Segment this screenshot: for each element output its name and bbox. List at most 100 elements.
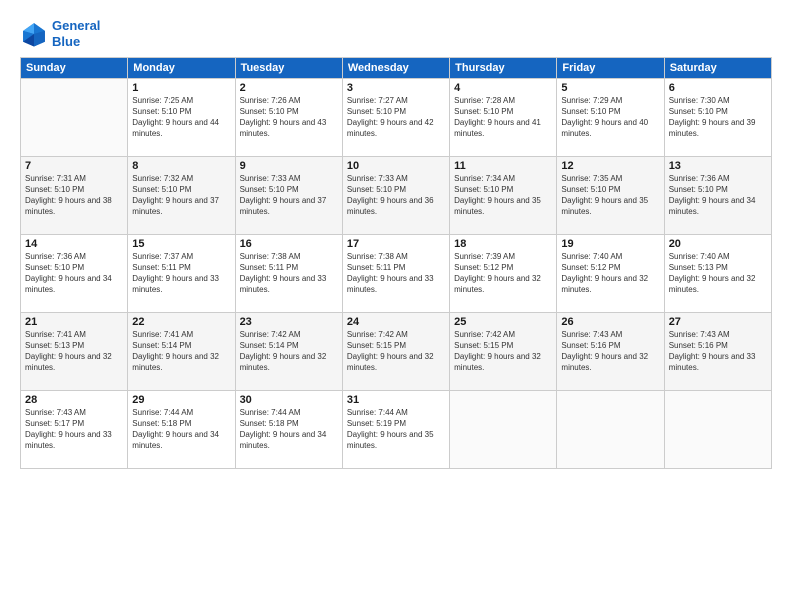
header-friday: Friday (557, 58, 664, 79)
calendar-cell: 23 Sunrise: 7:42 AMSunset: 5:14 PMDayligh… (235, 313, 342, 391)
cell-content: Sunrise: 7:42 AMSunset: 5:15 PMDaylight:… (347, 330, 445, 373)
week-row-3: 14 Sunrise: 7:36 AMSunset: 5:10 PMDayligh… (21, 235, 772, 313)
day-number: 14 (25, 238, 123, 250)
cell-content: Sunrise: 7:38 AMSunset: 5:11 PMDaylight:… (240, 252, 338, 295)
cell-content: Sunrise: 7:43 AMSunset: 5:16 PMDaylight:… (669, 330, 767, 373)
day-number: 18 (454, 238, 552, 250)
calendar-cell: 28 Sunrise: 7:43 AMSunset: 5:17 PMDayligh… (21, 391, 128, 469)
day-number: 27 (669, 316, 767, 328)
calendar-cell: 3 Sunrise: 7:27 AMSunset: 5:10 PMDaylight… (342, 79, 449, 157)
day-number: 10 (347, 160, 445, 172)
calendar-cell: 14 Sunrise: 7:36 AMSunset: 5:10 PMDayligh… (21, 235, 128, 313)
day-number: 15 (132, 238, 230, 250)
day-number: 8 (132, 160, 230, 172)
cell-content: Sunrise: 7:27 AMSunset: 5:10 PMDaylight:… (347, 96, 445, 139)
day-number: 11 (454, 160, 552, 172)
cell-content: Sunrise: 7:43 AMSunset: 5:17 PMDaylight:… (25, 408, 123, 451)
cell-content: Sunrise: 7:41 AMSunset: 5:14 PMDaylight:… (132, 330, 230, 373)
cell-content: Sunrise: 7:42 AMSunset: 5:14 PMDaylight:… (240, 330, 338, 373)
cell-content: Sunrise: 7:30 AMSunset: 5:10 PMDaylight:… (669, 96, 767, 139)
calendar-cell (450, 391, 557, 469)
header: General Blue (20, 18, 772, 49)
logo-text: General Blue (52, 18, 100, 49)
calendar-cell: 20 Sunrise: 7:40 AMSunset: 5:13 PMDayligh… (664, 235, 771, 313)
day-number: 20 (669, 238, 767, 250)
cell-content: Sunrise: 7:32 AMSunset: 5:10 PMDaylight:… (132, 174, 230, 217)
logo-icon (20, 20, 48, 48)
cell-content: Sunrise: 7:34 AMSunset: 5:10 PMDaylight:… (454, 174, 552, 217)
calendar-page: General Blue SundayMondayTuesdayWednesda… (0, 0, 792, 612)
header-monday: Monday (128, 58, 235, 79)
calendar-cell: 26Sunrise: 7:43 AMSunset: 5:16 PMDayligh… (557, 313, 664, 391)
cell-content: Sunrise: 7:35 AMSunset: 5:10 PMDaylight:… (561, 174, 659, 217)
cell-content: Sunrise: 7:36 AMSunset: 5:10 PMDaylight:… (25, 252, 123, 295)
calendar-cell: 25Sunrise: 7:42 AMSunset: 5:15 PMDayligh… (450, 313, 557, 391)
day-number: 13 (669, 160, 767, 172)
header-sunday: Sunday (21, 58, 128, 79)
calendar-cell: 6 Sunrise: 7:30 AMSunset: 5:10 PMDaylight… (664, 79, 771, 157)
day-number: 9 (240, 160, 338, 172)
calendar-cell: 22 Sunrise: 7:41 AMSunset: 5:14 PMDayligh… (128, 313, 235, 391)
calendar-cell: 9 Sunrise: 7:33 AMSunset: 5:10 PMDaylight… (235, 157, 342, 235)
calendar-cell: 11 Sunrise: 7:34 AMSunset: 5:10 PMDayligh… (450, 157, 557, 235)
day-number: 2 (240, 82, 338, 94)
calendar-cell: 13 Sunrise: 7:36 AMSunset: 5:10 PMDayligh… (664, 157, 771, 235)
cell-content: Sunrise: 7:44 AMSunset: 5:18 PMDaylight:… (240, 408, 338, 451)
week-row-2: 7Sunrise: 7:31 AMSunset: 5:10 PMDaylight… (21, 157, 772, 235)
calendar-cell: 7Sunrise: 7:31 AMSunset: 5:10 PMDaylight… (21, 157, 128, 235)
header-thursday: Thursday (450, 58, 557, 79)
day-number: 19 (561, 238, 659, 250)
cell-content: Sunrise: 7:33 AMSunset: 5:10 PMDaylight:… (240, 174, 338, 217)
day-number: 31 (347, 394, 445, 406)
cell-content: Sunrise: 7:36 AMSunset: 5:10 PMDaylight:… (669, 174, 767, 217)
day-number: 25 (454, 316, 552, 328)
cell-content: Sunrise: 7:40 AMSunset: 5:13 PMDaylight:… (669, 252, 767, 295)
day-number: 17 (347, 238, 445, 250)
day-number: 3 (347, 82, 445, 94)
calendar-cell: 29 Sunrise: 7:44 AMSunset: 5:18 PMDayligh… (128, 391, 235, 469)
cell-content: Sunrise: 7:37 AMSunset: 5:11 PMDaylight:… (132, 252, 230, 295)
day-number: 29 (132, 394, 230, 406)
cell-content: Sunrise: 7:26 AMSunset: 5:10 PMDaylight:… (240, 96, 338, 139)
header-row: SundayMondayTuesdayWednesdayThursdayFrid… (21, 58, 772, 79)
day-number: 6 (669, 82, 767, 94)
cell-content: Sunrise: 7:44 AMSunset: 5:19 PMDaylight:… (347, 408, 445, 451)
week-row-4: 21Sunrise: 7:41 AMSunset: 5:13 PMDayligh… (21, 313, 772, 391)
logo: General Blue (20, 18, 100, 49)
calendar-cell: 15 Sunrise: 7:37 AMSunset: 5:11 PMDayligh… (128, 235, 235, 313)
calendar-cell: 10 Sunrise: 7:33 AMSunset: 5:10 PMDayligh… (342, 157, 449, 235)
header-saturday: Saturday (664, 58, 771, 79)
day-number: 12 (561, 160, 659, 172)
cell-content: Sunrise: 7:39 AMSunset: 5:12 PMDaylight:… (454, 252, 552, 295)
cell-content: Sunrise: 7:25 AMSunset: 5:10 PMDaylight:… (132, 96, 230, 139)
calendar-cell: 8 Sunrise: 7:32 AMSunset: 5:10 PMDaylight… (128, 157, 235, 235)
header-tuesday: Tuesday (235, 58, 342, 79)
calendar-cell: 1 Sunrise: 7:25 AMSunset: 5:10 PMDaylight… (128, 79, 235, 157)
calendar-cell (664, 391, 771, 469)
day-number: 30 (240, 394, 338, 406)
day-number: 28 (25, 394, 123, 406)
calendar-cell: 18 Sunrise: 7:39 AMSunset: 5:12 PMDayligh… (450, 235, 557, 313)
calendar-cell: 30 Sunrise: 7:44 AMSunset: 5:18 PMDayligh… (235, 391, 342, 469)
cell-content: Sunrise: 7:33 AMSunset: 5:10 PMDaylight:… (347, 174, 445, 217)
calendar-cell: 31 Sunrise: 7:44 AMSunset: 5:19 PMDayligh… (342, 391, 449, 469)
day-number: 1 (132, 82, 230, 94)
week-row-5: 28 Sunrise: 7:43 AMSunset: 5:17 PMDayligh… (21, 391, 772, 469)
day-number: 23 (240, 316, 338, 328)
calendar-cell: 27 Sunrise: 7:43 AMSunset: 5:16 PMDayligh… (664, 313, 771, 391)
calendar-cell: 21Sunrise: 7:41 AMSunset: 5:13 PMDayligh… (21, 313, 128, 391)
day-number: 24 (347, 316, 445, 328)
calendar-cell (557, 391, 664, 469)
calendar-cell: 16Sunrise: 7:38 AMSunset: 5:11 PMDayligh… (235, 235, 342, 313)
calendar-cell: 4Sunrise: 7:28 AMSunset: 5:10 PMDaylight… (450, 79, 557, 157)
cell-content: Sunrise: 7:44 AMSunset: 5:18 PMDaylight:… (132, 408, 230, 451)
week-row-1: 1 Sunrise: 7:25 AMSunset: 5:10 PMDaylight… (21, 79, 772, 157)
calendar-cell: 19Sunrise: 7:40 AMSunset: 5:12 PMDayligh… (557, 235, 664, 313)
calendar-cell: 5Sunrise: 7:29 AMSunset: 5:10 PMDaylight… (557, 79, 664, 157)
day-number: 22 (132, 316, 230, 328)
day-number: 5 (561, 82, 659, 94)
day-number: 4 (454, 82, 552, 94)
calendar-cell: 17Sunrise: 7:38 AMSunset: 5:11 PMDayligh… (342, 235, 449, 313)
day-number: 7 (25, 160, 123, 172)
cell-content: Sunrise: 7:43 AMSunset: 5:16 PMDaylight:… (561, 330, 659, 373)
